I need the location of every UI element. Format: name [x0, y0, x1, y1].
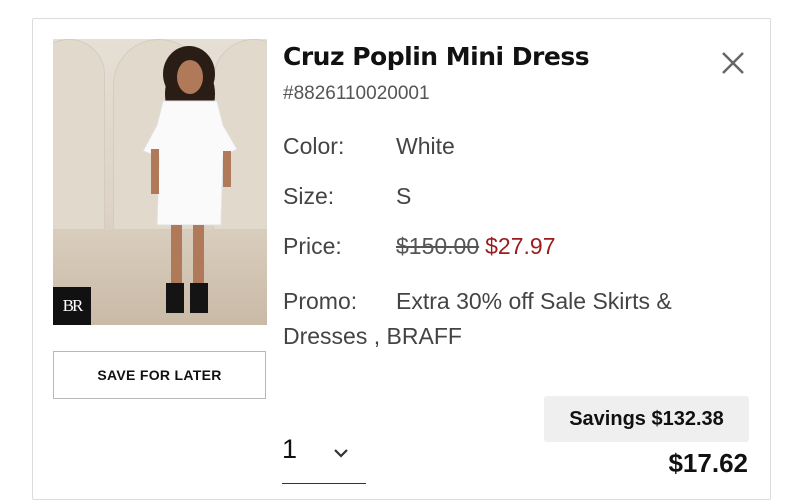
- size-label: Size:: [283, 183, 335, 209]
- product-title[interactable]: Cruz Poplin Mini Dress: [283, 42, 590, 71]
- quantity-select[interactable]: 1: [282, 430, 366, 484]
- chevron-down-icon: [334, 449, 348, 458]
- product-image[interactable]: BR: [53, 39, 267, 325]
- savings-badge: Savings $132.38: [544, 396, 749, 442]
- price-label: Price:: [283, 233, 342, 259]
- color-label: Color:: [283, 133, 345, 159]
- product-sku: #8826110020001: [283, 83, 430, 104]
- brand-logo: BR: [53, 287, 91, 325]
- promo-row: Promo: Extra 30% off Sale Skirts & Dresse…: [283, 284, 703, 354]
- quantity-value: 1: [282, 434, 298, 464]
- save-for-later-button[interactable]: SAVE FOR LATER: [53, 351, 266, 399]
- close-icon: [722, 52, 744, 74]
- price-row: Price: $150.00 $27.97: [283, 233, 556, 260]
- promo-label: Promo:: [283, 288, 358, 314]
- item-total-price: $17.62: [668, 448, 748, 478]
- size-value: S: [396, 183, 412, 209]
- original-price: $150.00: [396, 233, 480, 259]
- sale-price: $27.97: [485, 233, 556, 259]
- model-figure: [142, 46, 238, 313]
- color-value: White: [396, 133, 455, 159]
- remove-item-button[interactable]: [716, 46, 750, 80]
- color-row: Color: White: [283, 133, 455, 160]
- size-row: Size: S: [283, 183, 411, 210]
